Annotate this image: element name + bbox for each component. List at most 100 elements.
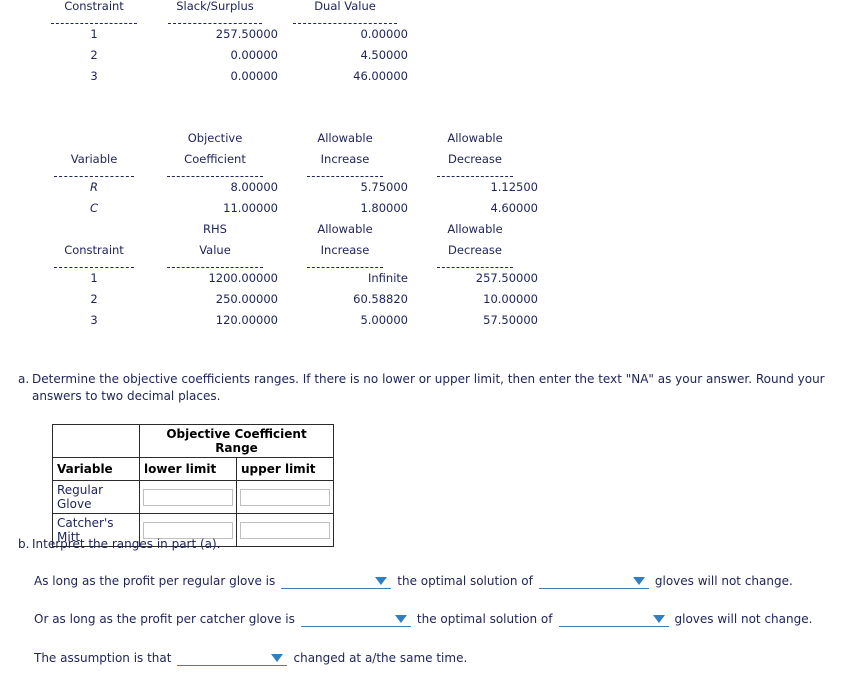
question-b: b. Interpret the ranges in part (a).	[18, 536, 618, 553]
assumption-row: The assumption is that changed at a/the …	[34, 649, 467, 666]
cell-constraint: 2	[90, 48, 98, 62]
chevron-down-icon	[652, 615, 665, 623]
header-value: Value	[199, 243, 231, 257]
rule-cell	[280, 261, 410, 268]
cell-regular-glove-lower	[139, 480, 237, 514]
question-b-text: Interpret the ranges in part (a).	[32, 537, 221, 551]
header-slack-surplus: Slack/Surplus	[176, 0, 254, 13]
catcher-glove-profit-dropdown[interactable]	[300, 610, 411, 627]
chevron-down-icon	[271, 654, 284, 662]
corner-cell	[52, 424, 140, 458]
header-dual-value: Dual Value	[314, 0, 376, 13]
row-label-regular-glove: Regular Glove	[52, 480, 140, 514]
cell-slack: 0.00000	[230, 69, 278, 83]
cell-rhs-value: 1200.00000	[208, 271, 278, 285]
table-row: 1 257.50000 0.00000	[38, 24, 410, 45]
rhs-range-report-table: RHS Allowable Allowable Constraint Value…	[38, 219, 540, 331]
header-decrease: Decrease	[448, 243, 502, 257]
cell-allowable-decrease: 10.00000	[483, 292, 538, 306]
rule-cell	[280, 17, 410, 24]
regular-glove-profit-dropdown[interactable]	[281, 572, 392, 589]
table-row: C 11.00000 1.80000 4.60000	[38, 198, 540, 219]
interpret-row-regular-glove: As long as the profit per regular glove …	[34, 572, 793, 589]
cell-variable: C	[89, 201, 99, 215]
interpret-row-catcher-glove: Or as long as the profit per catcher glo…	[34, 610, 812, 627]
header-objective-top: Objective	[187, 131, 243, 145]
question-a: a. Determine the objective coefficients …	[18, 371, 850, 405]
interpret-row-2-lead: Or as long as the profit per catcher glo…	[34, 612, 295, 626]
question-a-letter: a.	[18, 372, 30, 386]
interpret-row-2-middle: the optimal solution of	[416, 612, 553, 626]
cell-objective-coefficient: 8.00000	[230, 180, 278, 194]
cell-dual: 46.00000	[353, 69, 408, 83]
cell-slack: 257.50000	[215, 27, 278, 41]
table-row: 3 0.00000 46.00000	[38, 66, 410, 87]
cell-allowable-increase: 5.75000	[360, 180, 408, 194]
table-row: Regular Glove	[52, 480, 334, 514]
rule-cell	[150, 17, 280, 24]
header-constraint-top	[38, 219, 150, 240]
cell-constraint: 2	[90, 292, 98, 306]
cell-constraint: 1	[90, 27, 98, 41]
table-header-row-bottom: Variable Coefficient Increase Decrease	[38, 149, 540, 170]
chevron-down-icon	[394, 615, 407, 623]
rule-cell	[280, 170, 410, 177]
rule-cell	[150, 261, 280, 268]
header-upper-limit: upper limit	[236, 457, 334, 481]
header-lower-limit: lower limit	[139, 457, 237, 481]
objective-coefficient-range-answer-table: Objective Coefficient Range Variable low…	[52, 424, 334, 547]
header-rule-row	[38, 261, 540, 268]
chevron-down-icon	[632, 577, 645, 585]
cell-slack: 0.00000	[230, 48, 278, 62]
header-rule-row	[38, 170, 540, 177]
table-row: R 8.00000 5.75000 1.12500	[38, 177, 540, 198]
question-b-letter: b.	[18, 537, 30, 551]
regular-glove-upper-limit-input[interactable]	[240, 488, 330, 506]
cell-rhs-value: 120.00000	[215, 313, 278, 327]
cell-dual: 0.00000	[360, 27, 408, 41]
header-rhs-top: RHS	[203, 222, 227, 236]
cell-allowable-decrease: 4.60000	[490, 201, 538, 215]
interpret-row-1-lead: As long as the profit per regular glove …	[34, 574, 276, 588]
header-decrease: Decrease	[448, 152, 502, 166]
header-increase: Increase	[320, 243, 370, 257]
table-row: 3 120.00000 5.00000 57.50000	[38, 310, 540, 331]
regular-glove-solution-dropdown[interactable]	[538, 572, 649, 589]
cell-dual: 4.50000	[360, 48, 408, 62]
table-header-row-top: RHS Allowable Allowable	[38, 219, 540, 240]
header-increase: Increase	[320, 152, 370, 166]
catcher-glove-solution-dropdown[interactable]	[558, 610, 669, 627]
table-header-row-bottom: Constraint Value Increase Decrease	[38, 240, 540, 261]
header-allowable-increase-top: Allowable	[317, 131, 373, 145]
cell-allowable-increase: Infinite	[368, 271, 408, 285]
assumption-dropdown[interactable]	[177, 649, 288, 666]
answer-table-group-header-row: Objective Coefficient Range	[52, 424, 334, 458]
cell-constraint: 3	[90, 313, 98, 327]
header-constraint: Constraint	[64, 0, 124, 13]
header-variable: Variable	[52, 457, 140, 481]
cell-allowable-decrease: 257.50000	[475, 271, 538, 285]
group-header-objective-coefficient-range: Objective Coefficient Range	[139, 424, 334, 458]
header-allowable-increase-top: Allowable	[317, 222, 373, 236]
cell-allowable-increase: 60.58820	[353, 292, 408, 306]
interpret-row-1-tail: gloves will not change.	[654, 574, 793, 588]
header-allowable-decrease-top: Allowable	[447, 222, 503, 236]
rule-cell	[410, 170, 540, 177]
cell-allowable-increase: 5.00000	[360, 313, 408, 327]
header-allowable-decrease-top: Allowable	[447, 131, 503, 145]
cell-constraint: 3	[90, 69, 98, 83]
objective-coefficient-report-table: Objective Allowable Allowable Variable C…	[38, 128, 540, 219]
cell-regular-glove-upper	[236, 480, 334, 514]
regular-glove-lower-limit-input[interactable]	[143, 488, 233, 506]
header-constraint: Constraint	[64, 243, 124, 257]
assumption-tail: changed at a/the same time.	[293, 651, 468, 665]
assumption-lead: The assumption is that	[34, 651, 172, 665]
chevron-down-icon	[375, 577, 388, 585]
cell-objective-coefficient: 11.00000	[223, 201, 278, 215]
table-row: 1 1200.00000 Infinite 257.50000	[38, 268, 540, 289]
rule-cell	[38, 170, 150, 177]
table-row: 2 0.00000 4.50000	[38, 45, 410, 66]
question-a-text: Determine the objective coefficients ran…	[32, 372, 825, 403]
header-variable: Variable	[70, 152, 118, 166]
table-header-row-top: Objective Allowable Allowable	[38, 128, 540, 149]
